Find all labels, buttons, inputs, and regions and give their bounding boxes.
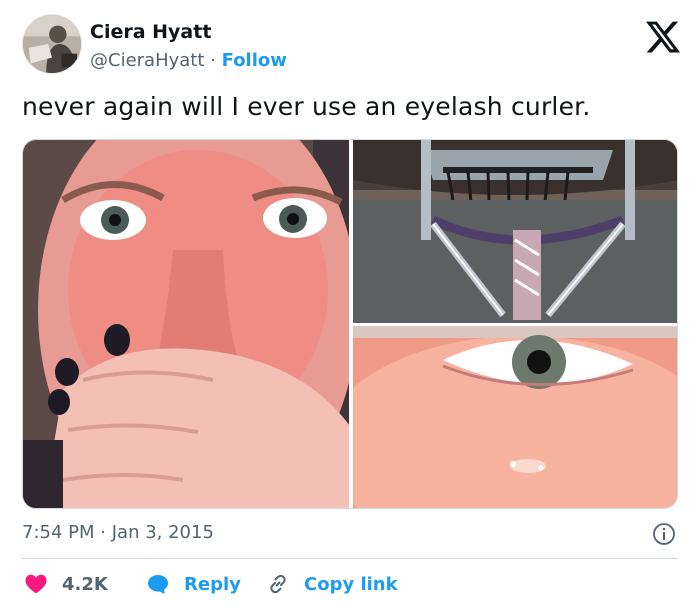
photo-face-crying[interactable] xyxy=(23,140,349,508)
info-icon[interactable] xyxy=(652,522,676,546)
like-button[interactable]: 4.2K xyxy=(24,570,108,598)
tweet-date: Jan 3, 2015 xyxy=(111,522,214,543)
tweet-time: 7:54 PM xyxy=(22,522,95,543)
media-grid xyxy=(22,139,678,509)
avatar-image xyxy=(23,15,81,73)
heart-icon xyxy=(25,574,47,594)
like-count: 4.2K xyxy=(62,573,108,595)
author-name[interactable]: Ciera Hyatt xyxy=(90,21,211,43)
author-handle-line: @CieraHyatt · Follow xyxy=(90,50,287,71)
tweet-header: Ciera Hyatt @CieraHyatt · Follow xyxy=(22,14,682,78)
x-logo-icon[interactable] xyxy=(644,18,682,56)
follow-button[interactable]: Follow xyxy=(222,50,287,71)
timestamp-separator: · xyxy=(100,522,106,543)
reply-bubble-icon xyxy=(148,575,168,594)
tweet-timestamp[interactable]: 7:54 PM · Jan 3, 2015 xyxy=(22,522,214,543)
reply-label: Reply xyxy=(184,573,241,595)
handle-separator: · xyxy=(210,50,216,71)
photo-eye-closeup[interactable] xyxy=(353,326,677,508)
link-icon xyxy=(270,574,286,594)
photo-eyelash-curler[interactable] xyxy=(353,140,677,323)
copy-link-label: Copy link xyxy=(304,573,398,595)
reply-button[interactable]: Reply xyxy=(146,570,241,598)
author-handle[interactable]: @CieraHyatt xyxy=(90,50,204,71)
copy-link-button[interactable]: Copy link xyxy=(266,570,398,598)
divider xyxy=(22,558,678,559)
tweet-actions: 4.2K Reply Copy link xyxy=(22,570,682,598)
tweet-text: never again will I ever use an eyelash c… xyxy=(22,92,591,121)
avatar[interactable] xyxy=(22,14,82,74)
